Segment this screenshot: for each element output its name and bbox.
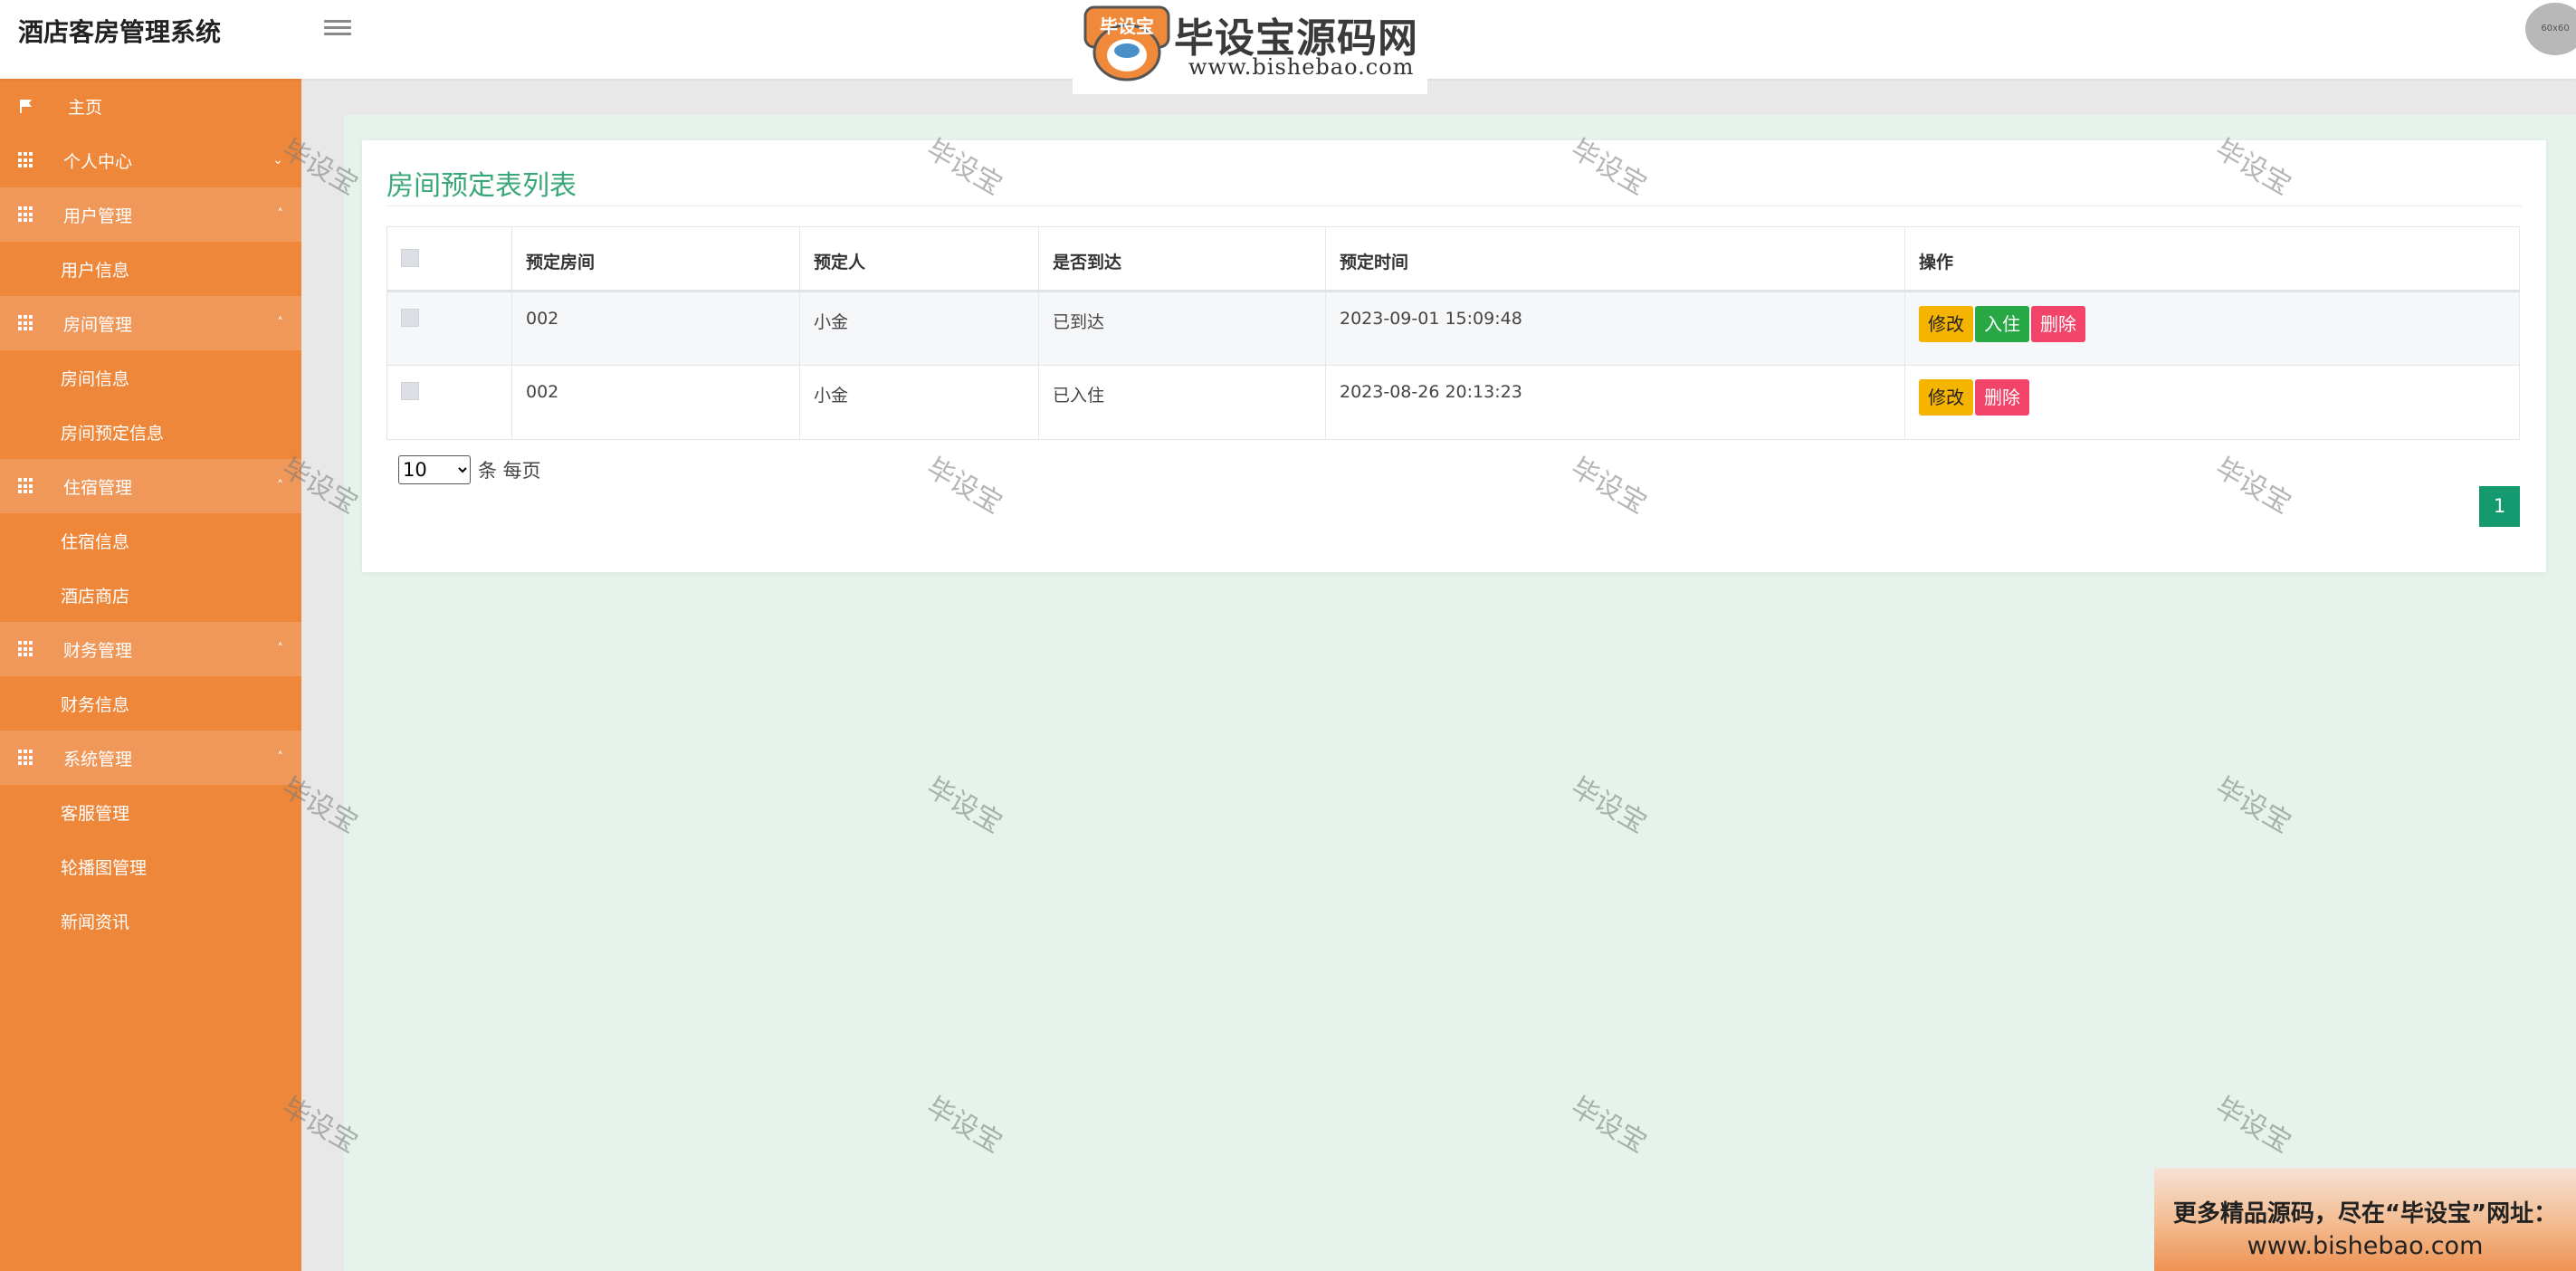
page-title: 房间预定表列表 bbox=[386, 170, 577, 202]
logo-badge-text: 毕设宝 bbox=[1100, 15, 1154, 37]
sidebar-item-room-info[interactable]: 房间信息 bbox=[0, 350, 301, 405]
sidebar-item-label: 酒店商店 bbox=[61, 586, 130, 607]
table-row: 002 小金 已入住 2023-08-26 20:13:23 修改 删除 bbox=[386, 365, 2520, 440]
sidebar-item-label: 主页 bbox=[68, 97, 103, 118]
select-all-cell bbox=[386, 226, 512, 292]
sidebar-item-stay-info[interactable]: 住宿信息 bbox=[0, 513, 301, 568]
sidebar-item-label: 住宿管理 bbox=[63, 477, 133, 498]
sidebar-item-room-mgmt[interactable]: 房间管理 ˄ bbox=[0, 296, 301, 350]
sidebar-item-user-info[interactable]: 用户信息 bbox=[0, 242, 301, 296]
cell-room: 002 bbox=[511, 291, 800, 366]
sidebar-item-user-mgmt[interactable]: 用户管理 ˄ bbox=[0, 187, 301, 242]
grid-icon bbox=[18, 641, 34, 657]
cell-ops: 修改 删除 bbox=[1904, 365, 2520, 440]
cell-ops: 修改 入住 删除 bbox=[1904, 291, 2520, 366]
flag-icon bbox=[20, 100, 32, 113]
sidebar-item-label: 住宿信息 bbox=[61, 531, 130, 552]
delete-button[interactable]: 删除 bbox=[2031, 306, 2085, 342]
sidebar-item-label: 财务信息 bbox=[61, 694, 130, 715]
delete-button[interactable]: 删除 bbox=[1975, 379, 2029, 416]
sidebar-item-label: 轮播图管理 bbox=[61, 857, 148, 878]
grid-icon bbox=[18, 152, 34, 168]
sidebar-item-label: 用户信息 bbox=[61, 260, 130, 281]
sidebar-item-label: 财务管理 bbox=[63, 640, 133, 661]
edit-button[interactable]: 修改 bbox=[1919, 306, 1973, 342]
logo-url: www.bishebao.com bbox=[1188, 54, 1415, 80]
cell-time: 2023-08-26 20:13:23 bbox=[1325, 365, 1905, 440]
cell-arrived: 已到达 bbox=[1038, 291, 1326, 366]
logo-badge-icon: 毕设宝 bbox=[1083, 5, 1170, 81]
cell-person: 小金 bbox=[799, 291, 1039, 366]
sidebar-item-label: 个人中心 bbox=[63, 151, 133, 172]
sidebar-item-label: 房间预定信息 bbox=[61, 423, 165, 444]
page-size-control: 10 条 每页 bbox=[398, 455, 541, 484]
grid-icon bbox=[18, 206, 34, 223]
select-all-checkbox[interactable] bbox=[401, 249, 419, 267]
caret-icon: ⌄ bbox=[272, 153, 283, 167]
cell-person: 小金 bbox=[799, 365, 1039, 440]
sidebar-item-system-mgmt[interactable]: 系统管理 ˄ bbox=[0, 731, 301, 785]
column-header-ops: 操作 bbox=[1904, 226, 2520, 292]
sidebar-item-label: 房间管理 bbox=[63, 314, 133, 335]
checkin-button[interactable]: 入住 bbox=[1975, 306, 2029, 342]
top-bar: 酒店客房管理系统 毕设宝 毕设宝源码网 www.bishebao.com 60x… bbox=[0, 0, 2576, 94]
pagination-page-button[interactable]: 1 bbox=[2479, 486, 2520, 527]
logo: 毕设宝 毕设宝源码网 www.bishebao.com bbox=[1073, 0, 1427, 94]
avatar[interactable]: 60x60 bbox=[2525, 3, 2576, 55]
booking-table: 预定房间 预定人 是否到达 预定时间 操作 002 小金 已到达 2023-09… bbox=[386, 226, 2520, 440]
sidebar-item-label: 系统管理 bbox=[63, 749, 133, 769]
row-checkbox[interactable] bbox=[401, 382, 419, 400]
sidebar-item-label: 用户管理 bbox=[63, 205, 133, 226]
sidebar-item-finance-mgmt[interactable]: 财务管理 ˄ bbox=[0, 622, 301, 676]
page-size-suffix: 条 每页 bbox=[478, 460, 541, 482]
column-header-time: 预定时间 bbox=[1325, 226, 1905, 292]
sidebar-item-news[interactable]: 新闻资讯 bbox=[0, 894, 301, 948]
grid-icon bbox=[18, 750, 34, 766]
caret-up-icon: ˄ bbox=[277, 479, 283, 493]
sidebar-item-label: 新闻资讯 bbox=[61, 912, 130, 932]
sidebar-item-room-booking[interactable]: 房间预定信息 bbox=[0, 405, 301, 459]
sidebar-item-finance-info[interactable]: 财务信息 bbox=[0, 676, 301, 731]
grid-icon bbox=[18, 315, 34, 331]
sidebar-item-service-mgmt[interactable]: 客服管理 bbox=[0, 785, 301, 839]
caret-up-icon: ˄ bbox=[277, 207, 283, 222]
sidebar-item-home[interactable]: 主页 bbox=[0, 79, 301, 133]
grid-icon bbox=[18, 478, 34, 494]
cell-time: 2023-09-01 15:09:48 bbox=[1325, 291, 1905, 366]
divider bbox=[386, 205, 2522, 206]
menu-toggle-icon[interactable] bbox=[324, 16, 351, 40]
sidebar-item-personal[interactable]: 个人中心 ⌄ bbox=[0, 133, 301, 187]
sidebar: 主页 个人中心 ⌄ 用户管理 ˄ 用户信息 房间管理 ˄ 房间信息 房间预定信息… bbox=[0, 79, 301, 1271]
column-header-room: 预定房间 bbox=[511, 226, 800, 292]
table-header-row: 预定房间 预定人 是否到达 预定时间 操作 bbox=[386, 226, 2520, 292]
ad-text: 更多精品源码，尽在“毕设宝”网址： bbox=[2172, 1200, 2558, 1228]
caret-up-icon: ˄ bbox=[277, 750, 283, 765]
app-title: 酒店客房管理系统 bbox=[18, 17, 222, 47]
row-checkbox[interactable] bbox=[401, 309, 419, 327]
sidebar-item-hotel-shop[interactable]: 酒店商店 bbox=[0, 568, 301, 622]
list-panel: 房间预定表列表 预定房间 预定人 是否到达 预定时间 操作 002 小金 已到达… bbox=[362, 140, 2546, 572]
ad-url: www.bishebao.com bbox=[2247, 1232, 2484, 1260]
sidebar-item-carousel-mgmt[interactable]: 轮播图管理 bbox=[0, 839, 301, 894]
caret-up-icon: ˄ bbox=[277, 642, 283, 656]
row-select-cell bbox=[386, 291, 512, 366]
edit-button[interactable]: 修改 bbox=[1919, 379, 1973, 416]
sidebar-item-stay-mgmt[interactable]: 住宿管理 ˄ bbox=[0, 459, 301, 513]
column-header-person: 预定人 bbox=[799, 226, 1039, 292]
sidebar-item-label: 客服管理 bbox=[61, 803, 130, 824]
caret-up-icon: ˄ bbox=[277, 316, 283, 330]
cell-room: 002 bbox=[511, 365, 800, 440]
cell-arrived: 已入住 bbox=[1038, 365, 1326, 440]
page-size-select[interactable]: 10 bbox=[398, 455, 471, 484]
column-header-arrived: 是否到达 bbox=[1038, 226, 1326, 292]
row-select-cell bbox=[386, 365, 512, 440]
table-row: 002 小金 已到达 2023-09-01 15:09:48 修改 入住 删除 bbox=[386, 291, 2520, 366]
sidebar-item-label: 房间信息 bbox=[61, 368, 130, 389]
ad-banner[interactable]: 更多精品源码，尽在“毕设宝”网址： www.bishebao.com bbox=[2154, 1168, 2576, 1271]
